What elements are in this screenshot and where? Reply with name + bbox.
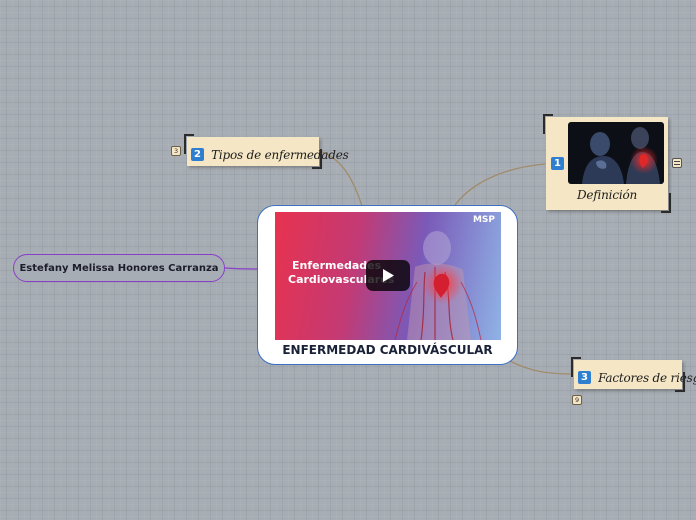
topic-label-definicion: Definición — [576, 188, 638, 202]
connector-author — [224, 267, 259, 270]
topic-number-1: 1 — [551, 157, 564, 170]
topic-definicion[interactable]: 1 Definición — [543, 114, 671, 213]
connector-definicion — [454, 163, 546, 206]
topic-label-tipos: Tipos de enfermedades — [211, 147, 349, 162]
central-topic[interactable]: MSP Enfermedades Cardiovasculares ENFERM… — [257, 205, 518, 365]
note-icon[interactable] — [672, 158, 682, 168]
definicion-image — [568, 122, 664, 184]
topic-tipos-de-enfermedades[interactable]: 2 Tipos de enfermedades — [184, 134, 349, 169]
author-name: Estefany Melissa Honores Carranza — [19, 262, 219, 274]
video-logo: MSP — [472, 215, 495, 225]
topic-factores-de-riesgo[interactable]: 3 Factores de riesgo — [571, 357, 696, 392]
central-topic-label: ENFERMEDAD CARDIVÁSCULAR — [282, 343, 493, 357]
factores-count-badge[interactable]: 9 — [572, 395, 583, 405]
play-icon — [383, 269, 394, 282]
video-thumbnail[interactable]: MSP Enfermedades Cardiovasculares — [275, 212, 501, 340]
author-node[interactable]: Estefany Melissa Honores Carranza — [13, 254, 225, 282]
play-button[interactable] — [366, 260, 410, 291]
connector-factores — [507, 359, 574, 375]
tipos-count-badge[interactable]: 3 — [171, 146, 182, 156]
